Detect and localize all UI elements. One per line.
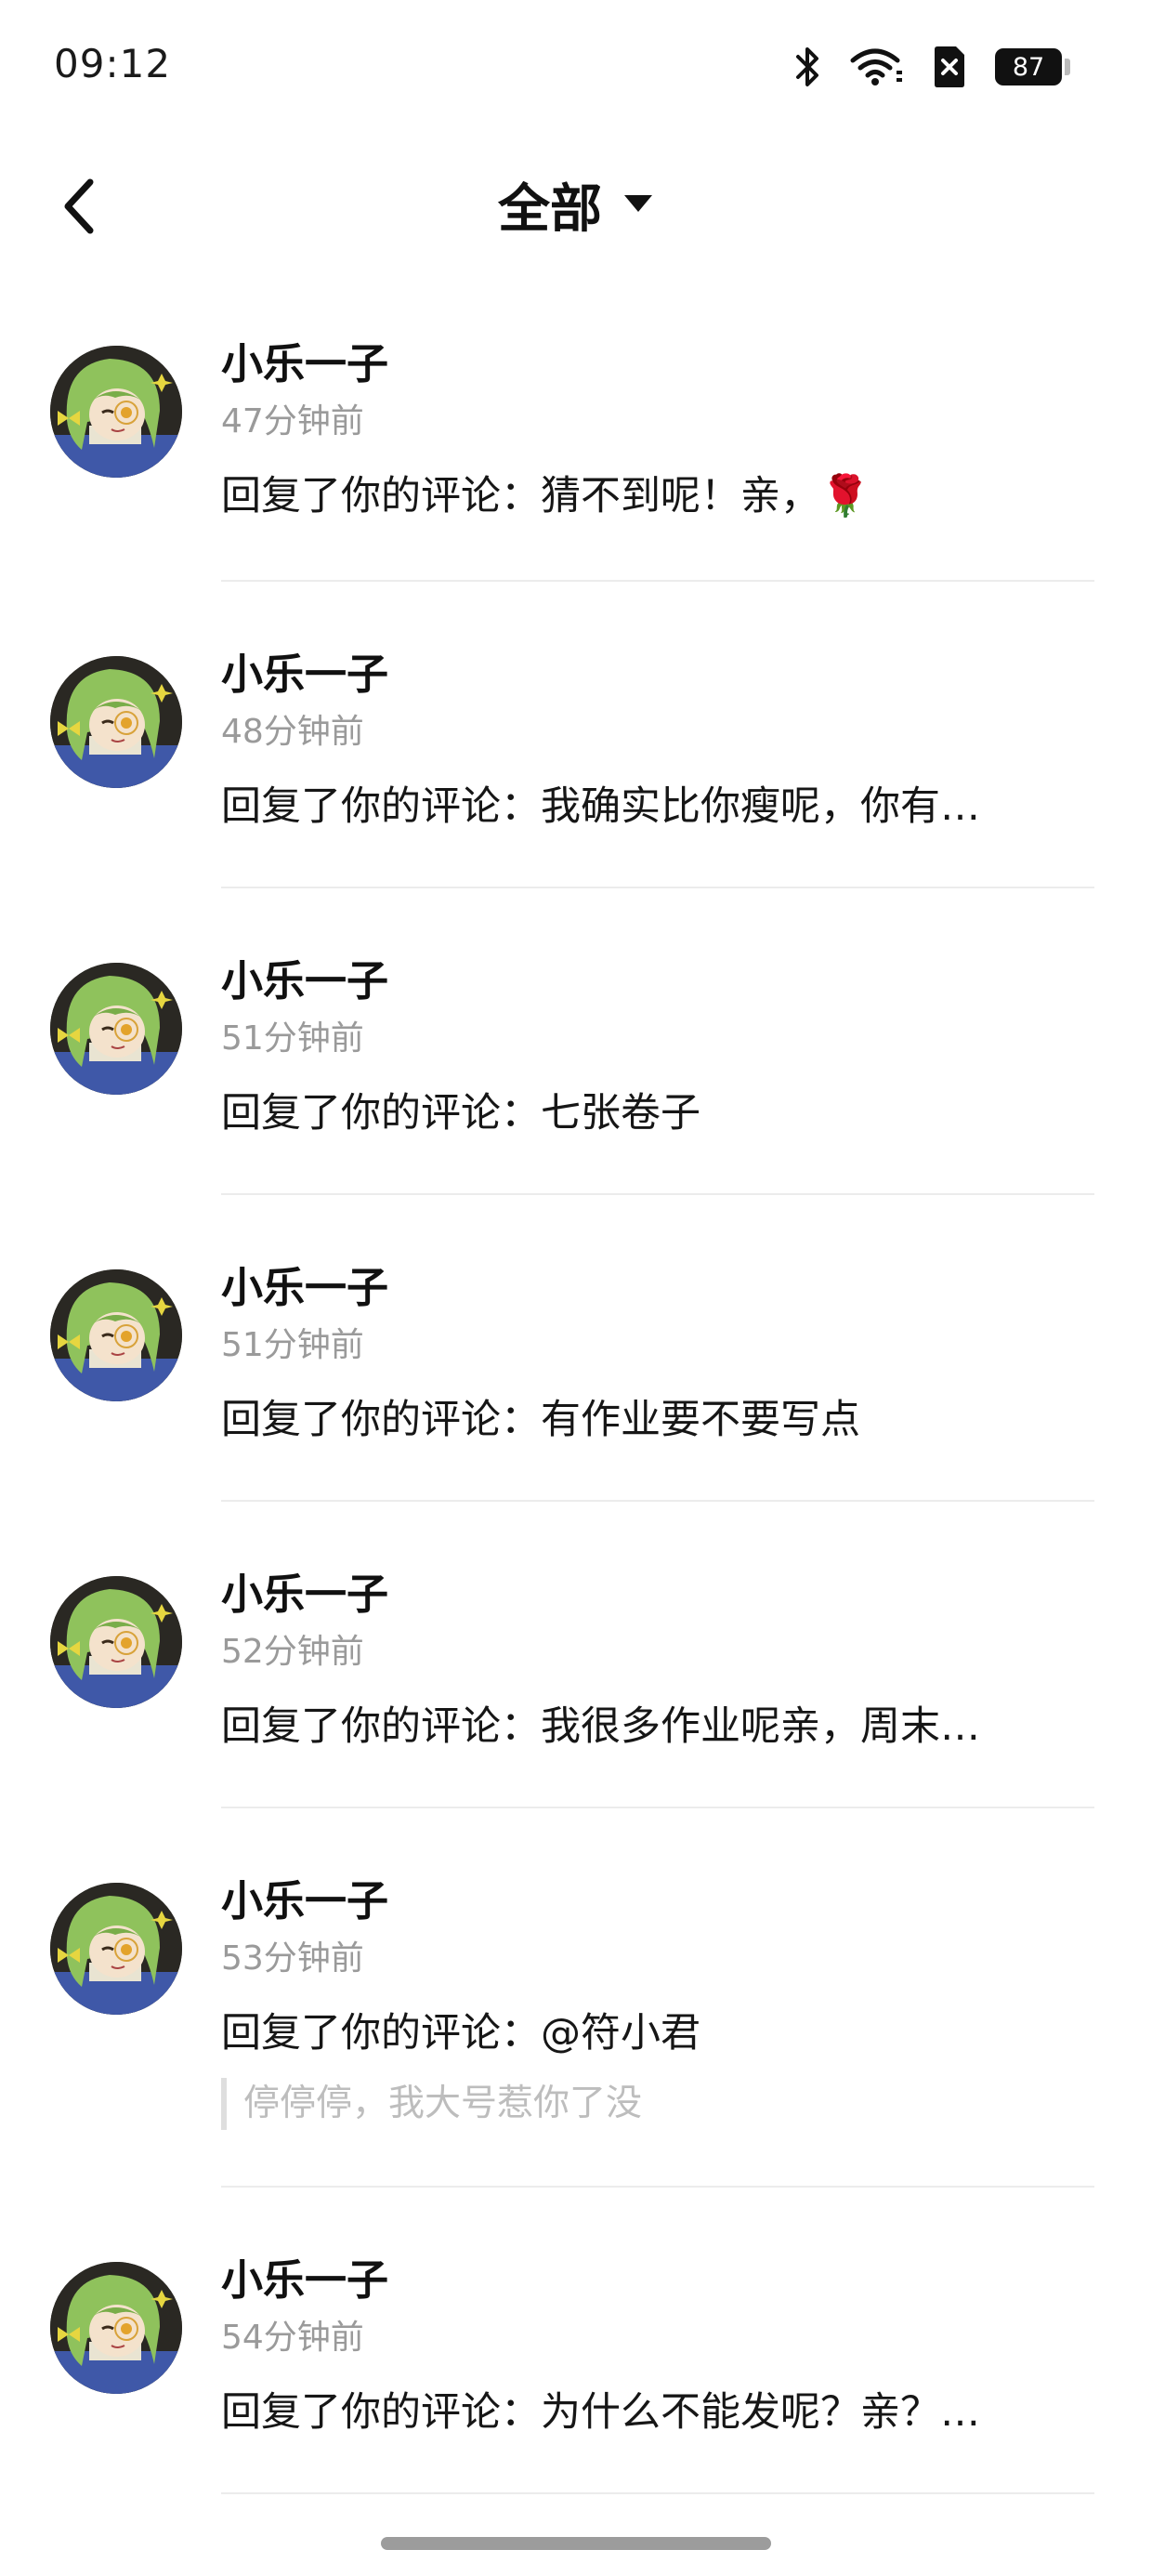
filter-dropdown[interactable]: 全部 [498, 167, 654, 243]
timestamp: 51分钟前 [221, 1326, 364, 1364]
divider [221, 887, 1094, 888]
timestamp: 54分钟前 [221, 2319, 364, 2357]
status-time: 09:12 [54, 41, 172, 86]
battery-cap [1065, 59, 1070, 75]
user-name[interactable]: 小乐一子 [221, 335, 1094, 394]
user-name[interactable]: 小乐一子 [221, 2251, 1094, 2310]
reply-text[interactable]: 回复了你的评论：我确实比你瘦呢，你有… [221, 777, 1076, 836]
divider [221, 580, 1094, 582]
divider [221, 2492, 1094, 2494]
reply-text[interactable]: 回复了你的评论：为什么不能发呢？亲？… [221, 2383, 1076, 2442]
wifi-icon [850, 46, 904, 87]
back-button[interactable] [46, 173, 111, 243]
nav-bar: 全部 [0, 139, 1152, 279]
notification-card[interactable]: 小乐一子 53分钟前回复了你的评论：@符小君停停停，我大号惹你了没 [221, 1872, 1094, 2130]
reply-text[interactable]: 回复了你的评论：猜不到呢！亲，🌹 [221, 467, 1076, 526]
reply-text[interactable]: 回复了你的评论：七张卷子 [221, 1084, 1076, 1143]
notification-card[interactable]: 小乐一子 47分钟前回复了你的评论：猜不到呢！亲，🌹 [221, 335, 1094, 526]
timestamp: 47分钟前 [221, 402, 364, 440]
avatar[interactable] [50, 1269, 182, 1401]
divider [221, 1193, 1094, 1195]
notification-card[interactable]: 小乐一子 54分钟前回复了你的评论：为什么不能发呢？亲？… [221, 2251, 1094, 2442]
timestamp: 52分钟前 [221, 1633, 364, 1671]
sim-off-icon [932, 46, 967, 88]
timestamp: 51分钟前 [221, 1019, 364, 1058]
avatar[interactable] [50, 1576, 182, 1708]
user-name[interactable]: 小乐一子 [221, 1258, 1094, 1318]
user-name[interactable]: 小乐一子 [221, 952, 1094, 1011]
timestamp: 48分钟前 [221, 713, 364, 751]
bluetooth-icon [794, 45, 822, 89]
avatar[interactable] [50, 963, 182, 1095]
status-bar: 09:12 87 [0, 0, 1152, 139]
divider [221, 1500, 1094, 1502]
user-name[interactable]: 小乐一子 [221, 1872, 1094, 1931]
notification-card[interactable]: 小乐一子 52分钟前回复了你的评论：我很多作业呢亲，周末… [221, 1565, 1094, 1756]
divider [221, 1807, 1094, 1808]
reply-text[interactable]: 回复了你的评论：我很多作业呢亲，周末… [221, 1697, 1076, 1756]
avatar[interactable] [50, 656, 182, 788]
notification-card[interactable]: 小乐一子 51分钟前回复了你的评论：七张卷子 [221, 952, 1094, 1143]
user-name[interactable]: 小乐一子 [221, 1565, 1094, 1624]
notification-card[interactable]: 小乐一子 51分钟前回复了你的评论：有作业要不要写点 [221, 1258, 1094, 1450]
user-name[interactable]: 小乐一子 [221, 645, 1094, 704]
divider [221, 2186, 1094, 2188]
timestamp: 53分钟前 [221, 1939, 364, 1978]
reply-text[interactable]: 回复了你的评论：有作业要不要写点 [221, 1390, 1076, 1450]
avatar[interactable] [50, 346, 182, 478]
home-indicator[interactable] [381, 2537, 771, 2550]
avatar[interactable] [50, 2262, 182, 2394]
notification-card[interactable]: 小乐一子 48分钟前回复了你的评论：我确实比你瘦呢，你有… [221, 645, 1094, 836]
battery-icon: 87 [995, 48, 1070, 85]
quoted-comment: 停停停，我大号惹你了没 [221, 2078, 1094, 2130]
chevron-left-icon [60, 177, 98, 239]
filter-label: 全部 [498, 179, 602, 240]
caret-down-icon [622, 193, 654, 217]
status-icons: 87 [794, 41, 1070, 93]
reply-text[interactable]: 回复了你的评论：@符小君 [221, 2004, 1076, 2063]
battery-level: 87 [995, 48, 1062, 85]
avatar[interactable] [50, 1883, 182, 2015]
